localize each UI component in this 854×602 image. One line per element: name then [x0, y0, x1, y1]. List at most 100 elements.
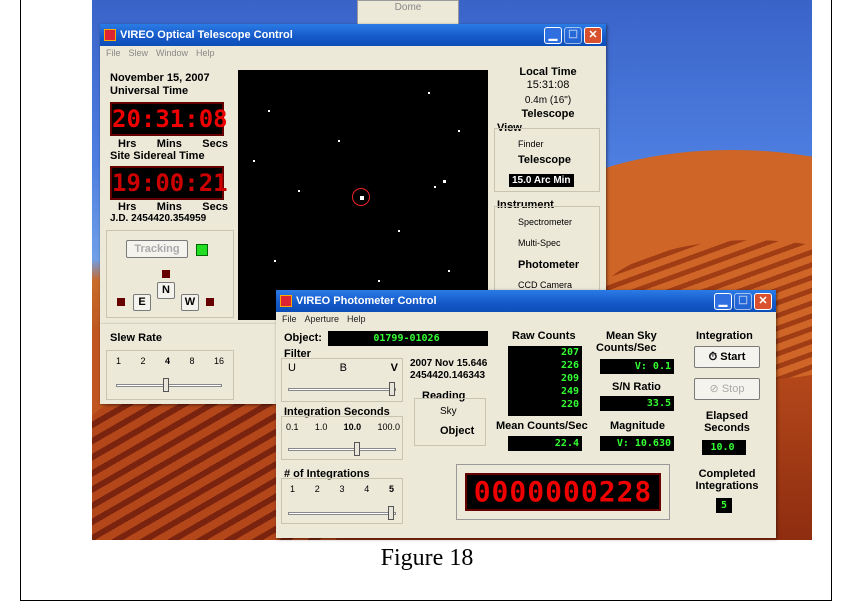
- minimize-button[interactable]: ▁: [544, 26, 562, 44]
- timer-icon: ⏱: [708, 351, 718, 363]
- slew-rate-slider[interactable]: [116, 384, 222, 387]
- mins-label: Mins: [156, 201, 182, 213]
- menu-file[interactable]: File: [282, 314, 297, 326]
- integration-seconds-thumb[interactable]: [354, 442, 360, 456]
- menu-help[interactable]: Help: [347, 314, 366, 326]
- filter-thumb[interactable]: [389, 382, 395, 396]
- object-value: 01799-01026: [328, 331, 488, 346]
- star-field-view[interactable]: [238, 70, 488, 320]
- stop-button-label: Stop: [721, 383, 745, 395]
- filter-slider[interactable]: [288, 388, 396, 391]
- window-title: VIREO Optical Telescope Control: [120, 29, 293, 41]
- elapsed-label-2: Seconds: [704, 422, 750, 434]
- slew-north-button[interactable]: N: [157, 282, 175, 299]
- num-integrations-tick: 2: [314, 484, 320, 494]
- menu-window[interactable]: Window: [156, 48, 188, 60]
- instrument-photometer[interactable]: Photometer: [518, 259, 579, 271]
- sidereal-time-display: 19:00:21: [110, 166, 228, 200]
- close-button[interactable]: ✕: [754, 292, 772, 310]
- sidereal-units: Hrs Mins Secs: [118, 201, 228, 213]
- photon-counter-display: 0000000228: [465, 473, 661, 511]
- integration-seconds-tick: 100.0: [377, 422, 400, 432]
- view-telescope-option[interactable]: Telescope: [518, 154, 571, 166]
- window-title: VIREO Photometer Control: [296, 295, 437, 307]
- stop-button[interactable]: ⊘ Stop: [694, 378, 760, 400]
- menu-help[interactable]: Help: [196, 48, 215, 60]
- mean-counts-label: Mean Counts/Sec: [496, 420, 588, 432]
- raw-counts-list: 207 226 209 249 220: [508, 346, 582, 416]
- mean-sky-value: V: 0.1: [600, 359, 674, 374]
- raw-counts-label: Raw Counts: [512, 330, 576, 342]
- observation-date: 2007 Nov 15.646: [410, 358, 488, 369]
- reading-object-option[interactable]: Object: [440, 425, 474, 437]
- date-label: November 15, 2007: [110, 72, 210, 84]
- photometer-control-window: VIREO Photometer Control ▁ ☐ ✕ File Aper…: [276, 290, 776, 538]
- telescope-control-window: VIREO Optical Telescope Control ▁ ☐ ✕ Fi…: [100, 24, 606, 324]
- sn-ratio-label: S/N Ratio: [612, 381, 661, 393]
- mean-sky-label: Mean Sky: [606, 330, 657, 342]
- counter-frame: 0000000228: [456, 464, 670, 520]
- hrs-label: Hrs: [118, 201, 137, 213]
- num-integrations-tick: 4: [364, 484, 370, 494]
- instrument-multi-spec[interactable]: Multi-Spec: [518, 238, 561, 248]
- instrument-spectrometer[interactable]: Spectrometer: [518, 217, 572, 227]
- mean-sky-label-2: Counts/Sec: [596, 342, 657, 354]
- raw-count-value: 249: [508, 385, 582, 398]
- hrs-label: Hrs: [118, 138, 137, 150]
- filter-tick: U: [288, 362, 296, 374]
- sn-ratio-value: 33.5: [600, 396, 674, 411]
- mins-label: Mins: [156, 138, 182, 150]
- photometer-titlebar[interactable]: VIREO Photometer Control ▁ ☐ ✕: [276, 290, 776, 312]
- slew-rate-tick: 2: [140, 356, 146, 366]
- num-integrations-slider[interactable]: [288, 512, 396, 515]
- maximize-button[interactable]: ☐: [564, 26, 582, 44]
- menu-slew[interactable]: Slew: [129, 48, 149, 60]
- slew-rate-tick: 4: [164, 356, 170, 366]
- julian-date: J.D. 2454420.354959: [110, 213, 207, 224]
- north-led: [162, 270, 170, 278]
- slew-rate-ticks: 1 2 4 8 16: [116, 356, 224, 366]
- sidereal-time-label: Site Sidereal Time: [110, 150, 205, 162]
- menu-aperture[interactable]: Aperture: [305, 314, 340, 326]
- reading-sky-option[interactable]: Sky: [440, 406, 457, 417]
- num-integrations-ticks: 1 2 3 4 5: [290, 484, 394, 494]
- mean-counts-value: 22.4: [508, 436, 582, 451]
- num-integrations-thumb[interactable]: [388, 506, 394, 520]
- slew-rate-thumb[interactable]: [163, 378, 169, 392]
- slew-east-button[interactable]: E: [133, 294, 151, 311]
- east-led: [117, 298, 125, 306]
- slew-west-button[interactable]: W: [181, 294, 199, 311]
- minimize-button[interactable]: ▁: [714, 292, 732, 310]
- elapsed-label: Elapsed: [705, 410, 749, 422]
- integration-seconds-slider[interactable]: [288, 448, 396, 451]
- maximize-button[interactable]: ☐: [734, 292, 752, 310]
- magnitude-value: V: 10.630: [600, 436, 674, 451]
- local-time-value: 15:31:08: [526, 79, 570, 91]
- completed-label: Completed: [698, 468, 756, 480]
- start-button[interactable]: ⏱ Start: [694, 346, 760, 368]
- integration-seconds-ticks: 0.1 1.0 10.0 100.0: [286, 422, 400, 432]
- view-finder-option[interactable]: Finder: [518, 139, 544, 149]
- tracking-led: [196, 244, 208, 256]
- app-icon: [104, 29, 116, 41]
- close-button[interactable]: ✕: [584, 26, 602, 44]
- num-integrations-tick: 3: [339, 484, 345, 494]
- object-label: Object:: [284, 332, 322, 344]
- magnitude-label: Magnitude: [610, 420, 665, 432]
- tracking-button[interactable]: Tracking: [126, 240, 188, 258]
- raw-count-value: 220: [508, 398, 582, 411]
- ut-units: Hrs Mins Secs: [118, 138, 228, 150]
- start-button-label: Start: [720, 351, 746, 363]
- menu-file[interactable]: File: [106, 48, 121, 60]
- universal-time-label: Universal Time: [110, 85, 189, 97]
- slew-rate-label: Slew Rate: [110, 332, 162, 344]
- instrument-ccd-camera[interactable]: CCD Camera: [518, 280, 572, 290]
- slew-rate-tick: 1: [116, 356, 122, 366]
- background-window: Dome: [357, 0, 459, 26]
- app-icon: [280, 295, 292, 307]
- integration-seconds-tick: 1.0: [314, 422, 328, 432]
- telescope-titlebar[interactable]: VIREO Optical Telescope Control ▁ ☐ ✕: [100, 24, 606, 46]
- filter-tick: V: [390, 362, 398, 374]
- target-reticle: [352, 188, 370, 206]
- slew-rate-tick: 16: [213, 356, 224, 366]
